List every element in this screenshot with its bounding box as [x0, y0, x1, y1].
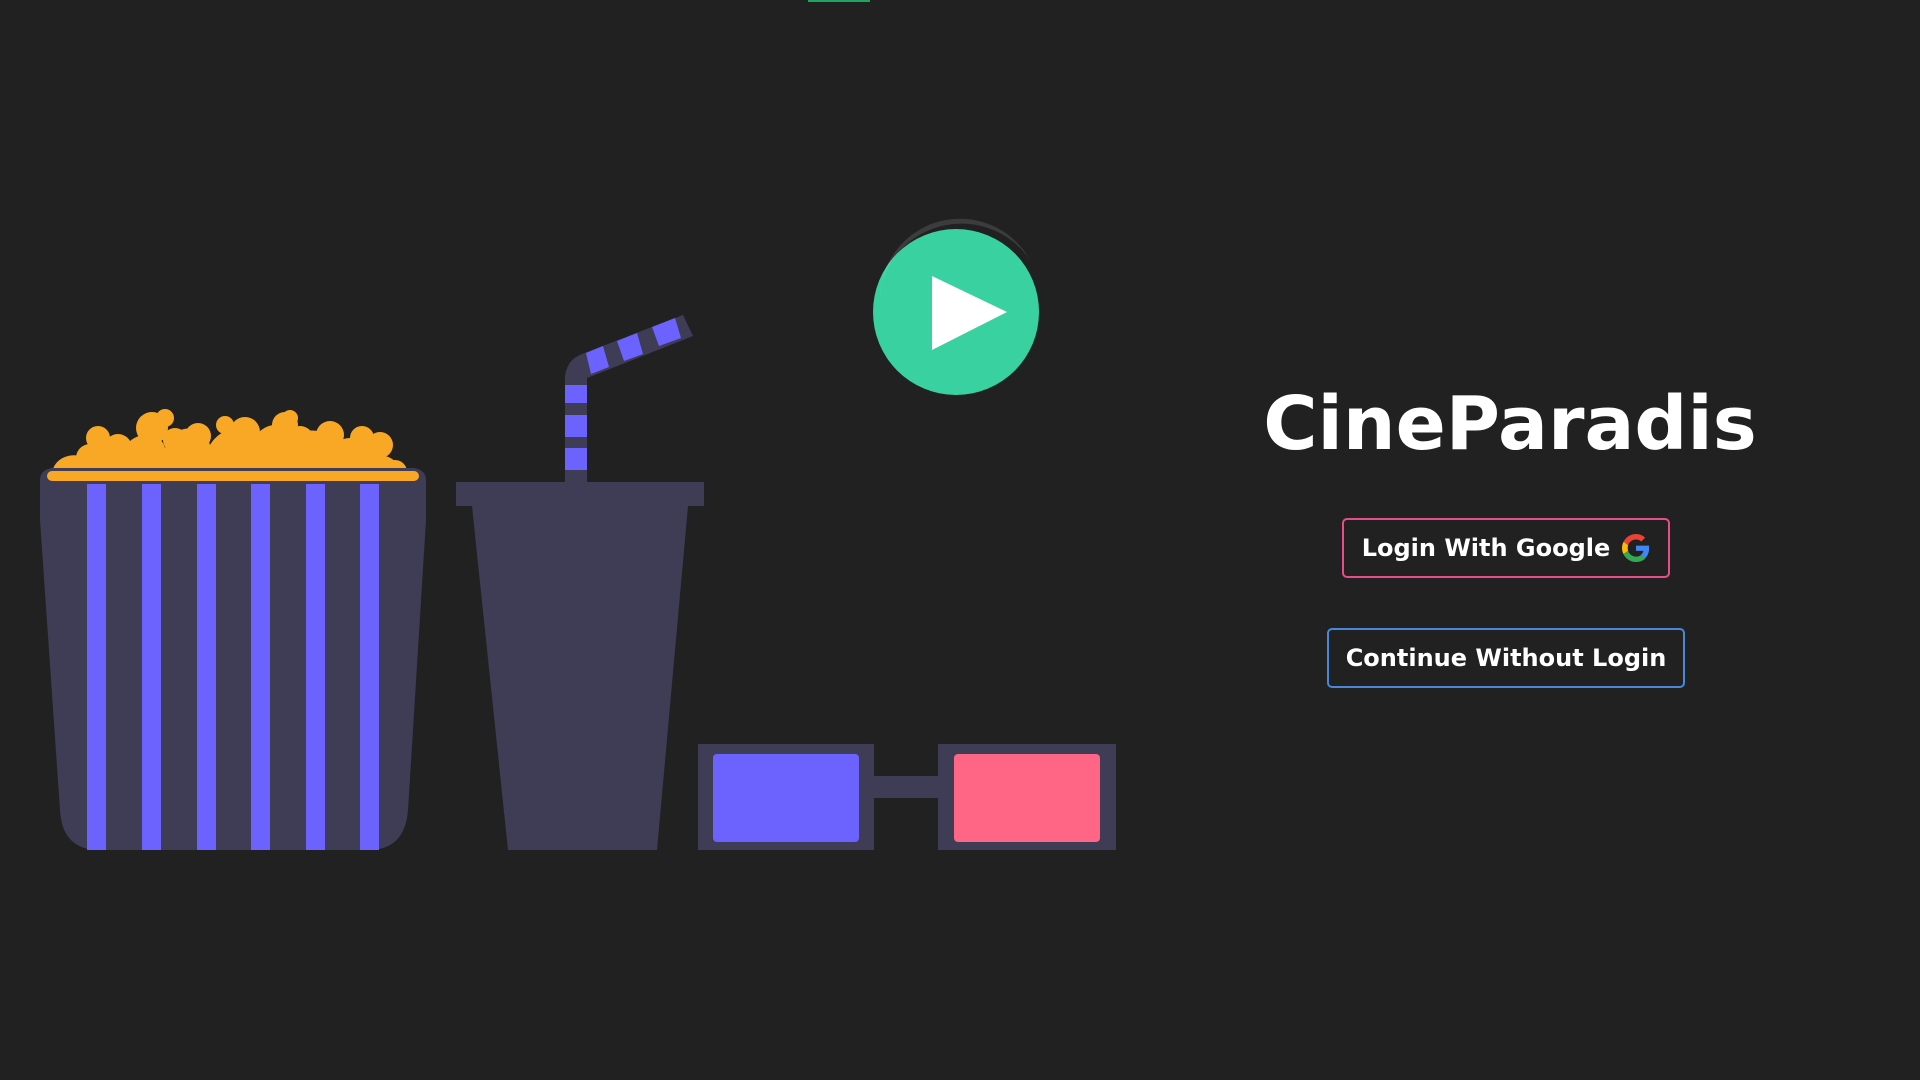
drink-cup-icon [456, 315, 704, 850]
popcorn-bucket-icon [40, 409, 426, 850]
login-with-google-label: Login With Google [1361, 534, 1611, 562]
3d-glasses-icon [698, 744, 1116, 850]
play-icon [873, 218, 1039, 395]
google-g-icon [1622, 534, 1650, 562]
landing-page: CineParadis Login With Google Continue W… [0, 0, 1920, 1080]
continue-without-login-label: Continue Without Login [1345, 644, 1667, 672]
login-with-google-button[interactable]: Login With Google [1342, 518, 1670, 578]
app-title: CineParadis [1263, 381, 1757, 467]
continue-without-login-button[interactable]: Continue Without Login [1327, 628, 1685, 688]
